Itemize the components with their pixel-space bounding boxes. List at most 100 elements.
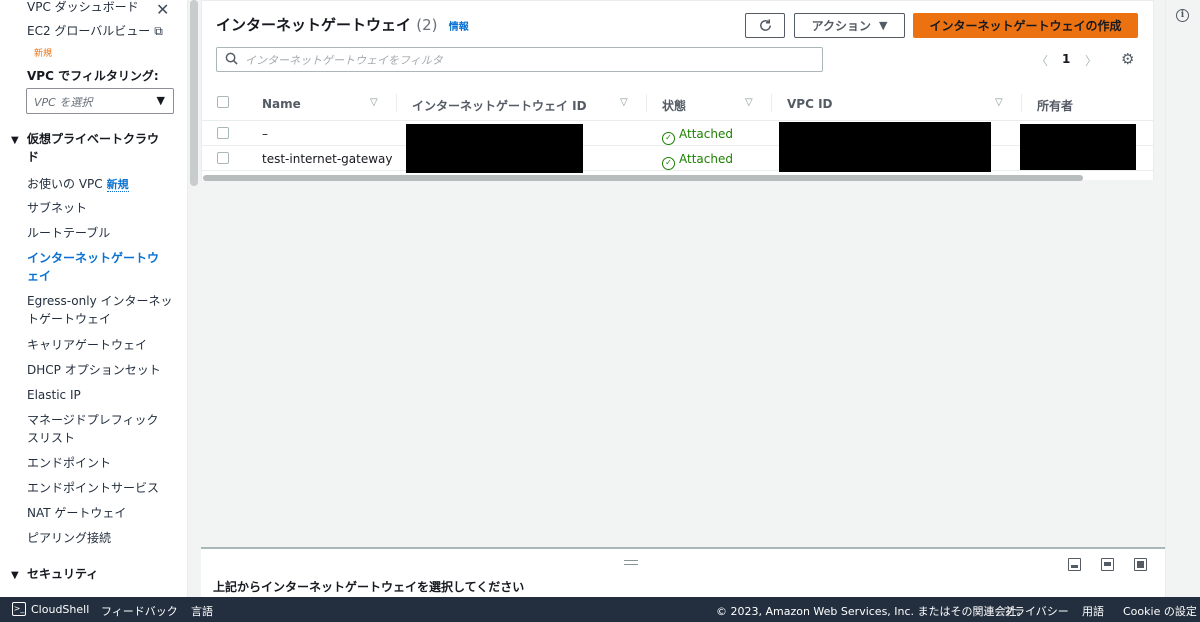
- new-badge: 新規: [34, 49, 53, 59]
- caret-down-icon: ▼: [878, 19, 888, 32]
- check-circle-icon: ✓: [662, 157, 675, 170]
- status-badge: ✓ Attached: [662, 152, 733, 170]
- select-all-checkbox[interactable]: [217, 96, 229, 108]
- external-link-icon: ⧉: [154, 24, 163, 38]
- filter-search: [216, 47, 823, 72]
- redacted-owner: [1020, 124, 1136, 170]
- section-label: セキュリティ: [27, 567, 99, 581]
- caret-down-icon: ▼: [156, 94, 165, 107]
- sidebar-item-label: EC2 グローバルビュー: [27, 24, 151, 38]
- sidebar-item-prefix-lists[interactable]: マネージドプレフィック: [27, 412, 159, 429]
- info-icon[interactable]: i: [1176, 9, 1189, 22]
- item-count: (2): [416, 16, 438, 34]
- info-link[interactable]: 情報: [449, 22, 469, 33]
- actions-label: アクション: [811, 19, 871, 33]
- terms-link[interactable]: 用語: [1082, 603, 1104, 619]
- page-number[interactable]: 1: [1062, 52, 1070, 66]
- feedback-link[interactable]: フィードバック: [101, 603, 178, 619]
- split-panel-border: [201, 547, 1165, 549]
- column-header-vpc-id[interactable]: VPC ID: [787, 97, 833, 111]
- cookie-settings-link[interactable]: Cookie の設定: [1123, 603, 1197, 619]
- sidebar-item-internet-gateways[interactable]: インターネットゲートウ: [27, 250, 159, 267]
- language-link[interactable]: 言語: [191, 603, 213, 619]
- split-panel-title: 上記からインターネットゲートウェイを選択してください: [213, 580, 525, 594]
- sidebar: VPC ダッシュボード ✕ EC2 グローバルビュー ⧉ 新規 VPC でフィルタ…: [0, 0, 188, 597]
- horizontal-scrollbar[interactable]: [203, 175, 1083, 181]
- row-name: –: [262, 127, 268, 141]
- column-header-igw-id[interactable]: インターネットゲートウェイ ID: [412, 97, 587, 114]
- sort-icon[interactable]: ▽: [370, 97, 378, 108]
- check-circle-icon: ✓: [662, 132, 675, 145]
- sidebar-item-endpoint-services[interactable]: エンドポイントサービス: [27, 480, 159, 497]
- sidebar-item-internet-gateways-cont[interactable]: ェイ: [27, 268, 51, 285]
- row-name: test-internet-gateway: [262, 152, 393, 166]
- sidebar-item-elastic-ip[interactable]: Elastic IP: [27, 387, 81, 404]
- close-icon[interactable]: ✕: [156, 0, 169, 19]
- vpc-filter-label: VPC でフィルタリング:: [27, 69, 159, 83]
- caret-down-icon: ▼: [11, 135, 19, 146]
- table-empty-area: [201, 180, 1154, 535]
- vpc-filter-placeholder: VPC を選択: [34, 96, 93, 109]
- status-badge: ✓ Attached: [662, 127, 733, 145]
- copyright: © 2023, Amazon Web Services, Inc. またはその関…: [716, 605, 1028, 618]
- section-label-cont: ド: [27, 150, 40, 164]
- gear-icon[interactable]: ⚙: [1121, 50, 1134, 68]
- column-header-owner[interactable]: 所有者: [1037, 97, 1073, 114]
- redacted-igw-id: [406, 124, 583, 173]
- refresh-icon: [759, 19, 771, 31]
- page-title: インターネットゲートウェイ (2) 情報: [216, 14, 469, 35]
- caret-down-icon: ▼: [11, 570, 19, 581]
- sidebar-item-endpoints[interactable]: エンドポイント: [27, 455, 111, 472]
- sidebar-item-prefix-lists-cont[interactable]: スリスト: [27, 430, 75, 447]
- column-header-state[interactable]: 状態: [662, 97, 686, 114]
- column-divider[interactable]: [1021, 94, 1022, 112]
- sidebar-item-your-vpcs[interactable]: お使いの VPC 新規: [27, 176, 129, 193]
- footer: >_ CloudShell フィードバック 言語 © 2023, Amazon …: [0, 597, 1200, 622]
- drag-handle-icon[interactable]: [624, 560, 638, 565]
- sort-icon[interactable]: ▽: [620, 97, 628, 108]
- sidebar-item-ec2-global-view[interactable]: EC2 グローバルビュー ⧉: [27, 23, 163, 40]
- actions-button[interactable]: アクション ▼: [794, 13, 905, 38]
- sidebar-item-vpc-dashboard[interactable]: VPC ダッシュボード: [27, 0, 139, 16]
- sidebar-item-egress-only-cont[interactable]: トゲートウェイ: [27, 311, 111, 328]
- panel-bottom-icon[interactable]: [1068, 558, 1081, 571]
- sort-icon[interactable]: ▽: [995, 97, 1003, 108]
- section-label: 仮想プライベートクラウ: [27, 132, 160, 146]
- search-input[interactable]: [245, 51, 815, 69]
- column-divider[interactable]: [771, 94, 772, 112]
- right-divider: [1165, 0, 1166, 597]
- refresh-button[interactable]: [745, 13, 785, 38]
- sidebar-item-carrier-gateways[interactable]: キャリアゲートウェイ: [27, 337, 147, 354]
- section-security[interactable]: ▼ セキュリティ: [11, 566, 98, 584]
- column-divider[interactable]: [646, 94, 647, 112]
- redacted-vpc-id: [779, 122, 991, 172]
- sidebar-item-egress-only[interactable]: Egress-only インターネッ: [27, 293, 173, 310]
- cloudshell-link[interactable]: CloudShell: [31, 603, 89, 616]
- status-text: Attached: [679, 127, 733, 141]
- sidebar-item-nat-gateways[interactable]: NAT ゲートウェイ: [27, 505, 126, 522]
- section-virtual-private-cloud[interactable]: ▼ 仮想プライベートクラウ: [11, 131, 159, 149]
- previous-page-icon[interactable]: 〈: [1036, 52, 1048, 69]
- sidebar-scrollbar[interactable]: [190, 0, 198, 186]
- privacy-link[interactable]: プライバシー: [1003, 603, 1069, 619]
- next-page-icon[interactable]: 〉: [1085, 52, 1097, 69]
- sort-icon[interactable]: ▽: [745, 97, 753, 108]
- search-icon: [225, 52, 238, 69]
- sidebar-item-subnets[interactable]: サブネット: [27, 200, 87, 217]
- create-internet-gateway-button[interactable]: インターネットゲートウェイの作成: [913, 13, 1138, 38]
- sidebar-item-label: お使いの VPC: [27, 177, 103, 191]
- cloudshell-icon[interactable]: >_: [12, 602, 26, 616]
- panel-full-icon[interactable]: [1134, 558, 1147, 571]
- sidebar-item-dhcp-options[interactable]: DHCP オプションセット: [27, 362, 161, 379]
- sidebar-item-route-tables[interactable]: ルートテーブル: [27, 225, 110, 242]
- new-badge: 新規: [106, 178, 129, 192]
- column-divider[interactable]: [396, 94, 397, 112]
- status-text: Attached: [679, 152, 733, 166]
- column-header-name[interactable]: Name: [262, 97, 301, 111]
- panel-side-icon[interactable]: [1101, 558, 1114, 571]
- vpc-filter-select[interactable]: VPC を選択 ▼: [26, 88, 174, 114]
- row-checkbox[interactable]: [217, 127, 229, 139]
- row-checkbox[interactable]: [217, 152, 229, 164]
- sidebar-item-peering[interactable]: ピアリング接続: [27, 530, 111, 547]
- page-title-text: インターネットゲートウェイ: [216, 16, 412, 34]
